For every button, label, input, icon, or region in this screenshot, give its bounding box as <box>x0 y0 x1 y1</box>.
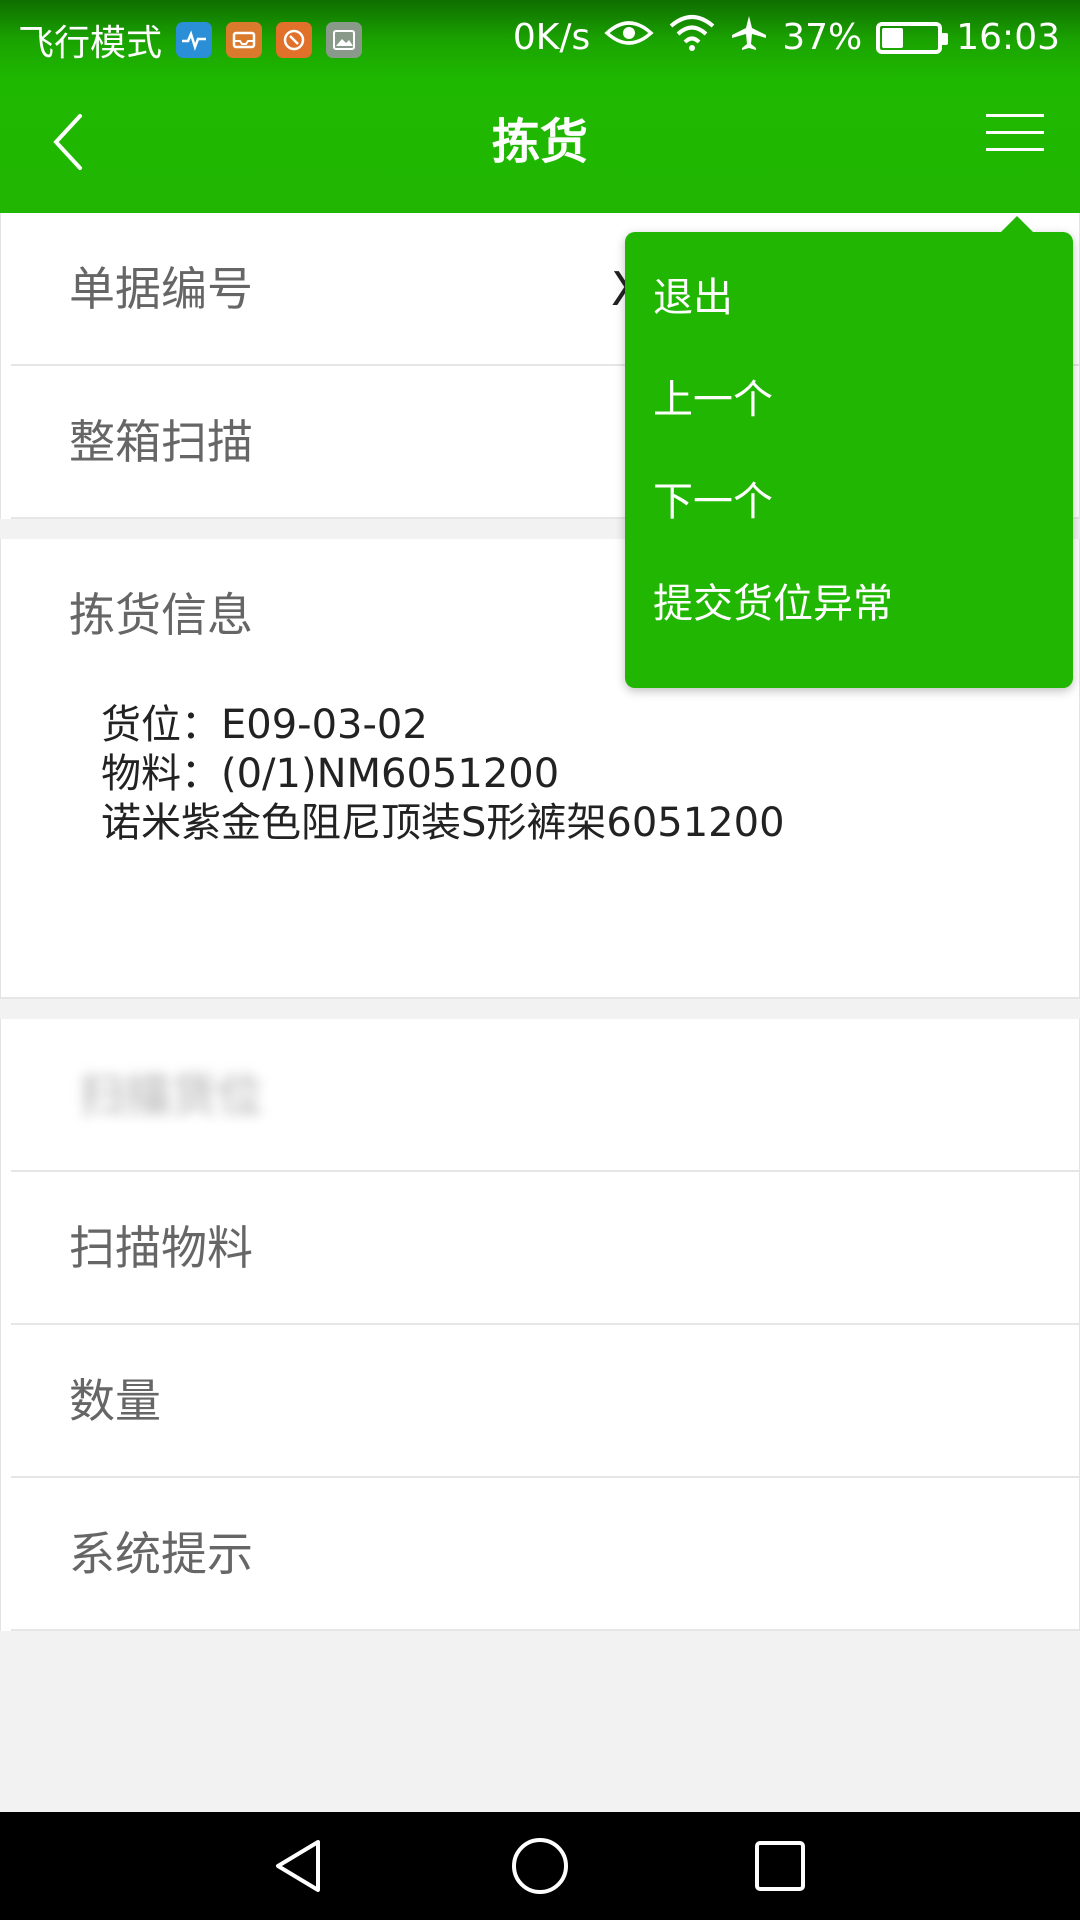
app-bar: 拣货 <box>0 74 1080 213</box>
page-title: 拣货 <box>491 114 588 170</box>
inbox-app-icon <box>226 22 263 58</box>
doc-number-label: 单据编号 <box>69 262 253 316</box>
wifi-icon <box>668 14 716 61</box>
battery-percent: 37% <box>782 17 863 58</box>
clock: 16:03 <box>956 17 1060 58</box>
system-tip-row: 系统提示 <box>11 1478 1079 1631</box>
quantity-label: 数量 <box>69 1374 161 1428</box>
system-tip-label: 系统提示 <box>69 1527 253 1581</box>
carrier-text: 飞行模式 <box>18 23 163 64</box>
system-nav-bar <box>0 1812 1080 1920</box>
network-speed: 0K/s <box>512 17 591 58</box>
airplane-icon <box>730 14 768 61</box>
scan-card: 扫描货位 扫描物料 数量 系统提示 <box>0 1019 1080 1631</box>
circle-app-icon <box>276 22 313 58</box>
status-bar: 飞行模式 0K/s 37% 16:03 <box>0 0 1080 74</box>
location-line: 货位：E09-03-02 <box>101 702 428 748</box>
nav-home-button[interactable] <box>508 1834 572 1898</box>
health-app-icon <box>176 22 213 58</box>
menu-item-report-location-exception[interactable]: 提交货位异常 <box>653 574 893 634</box>
scan-location-row[interactable]: 扫描货位 <box>11 1019 1079 1172</box>
overflow-menu: 退出 上一个 下一个 提交货位异常 <box>625 216 1073 688</box>
blurred-row-label: 扫描货位 <box>79 1068 263 1122</box>
menu-item-previous[interactable]: 上一个 <box>653 370 773 430</box>
scan-material-label: 扫描物料 <box>69 1221 253 1275</box>
menu-button[interactable] <box>986 114 1044 174</box>
hamburger-menu-icon <box>986 114 1044 151</box>
box-scan-label: 整箱扫描 <box>69 415 253 469</box>
picking-info-title: 拣货信息 <box>69 588 253 642</box>
material-description: 诺米紫金色阻尼顶装S形裤架6051200 <box>101 800 785 846</box>
eye-icon <box>604 16 654 59</box>
triangle-back-icon <box>276 1840 320 1892</box>
menu-item-exit[interactable]: 退出 <box>653 268 733 328</box>
top-bar: 飞行模式 0K/s 37% 16:03 拣货 <box>0 0 1080 213</box>
menu-item-next[interactable]: 下一个 <box>653 472 773 532</box>
scan-material-row[interactable]: 扫描物料 <box>11 1172 1079 1325</box>
square-recents-icon <box>755 1841 805 1891</box>
battery-icon <box>876 21 949 54</box>
nav-recents-button[interactable] <box>748 1834 812 1898</box>
quantity-row[interactable]: 数量 <box>11 1325 1079 1478</box>
nav-back-button[interactable] <box>268 1834 332 1898</box>
gallery-app-icon <box>326 22 363 58</box>
circle-home-icon <box>512 1838 568 1894</box>
material-line: 物料：(0/1)NM6051200 <box>101 751 560 797</box>
